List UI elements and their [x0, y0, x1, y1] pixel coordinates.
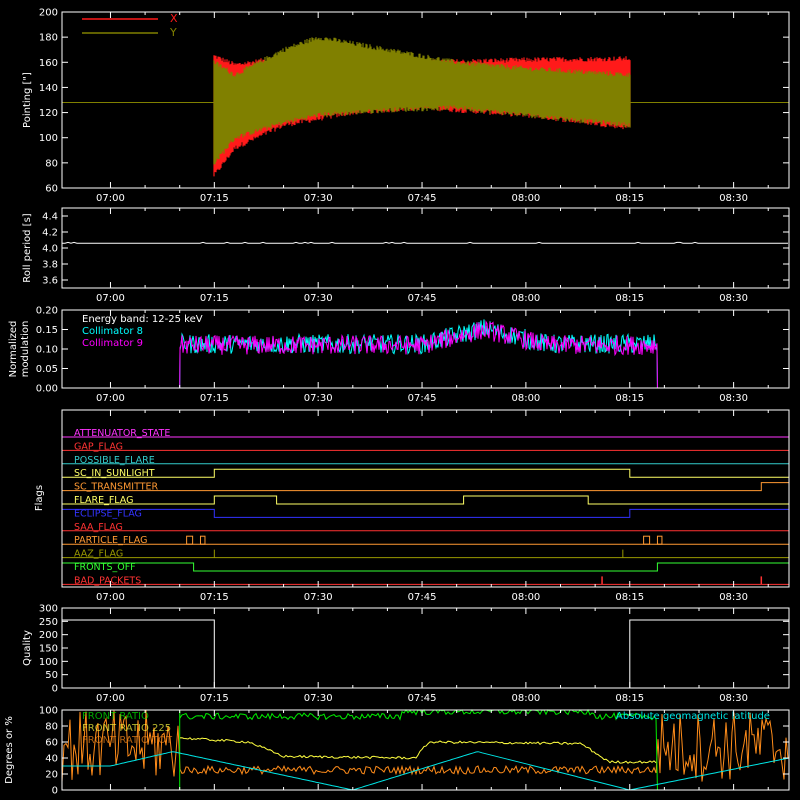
rates-ytick-label: 20 [45, 770, 58, 781]
flags-xtick-label: 08:30 [719, 592, 748, 603]
pointing-ytick-label: 120 [39, 108, 58, 119]
flags-xtick-label: 07:00 [96, 592, 125, 603]
quality-ytick-label: 100 [39, 657, 58, 668]
quality-ytick-label: 0 [52, 684, 58, 695]
quality-ytick-label: 300 [39, 604, 58, 615]
rates-ytick-label: 100 [39, 706, 58, 717]
legend-x-label: X [170, 12, 178, 25]
quality-xtick-label: 08:15 [615, 693, 644, 704]
modulation-xtick-label: 07:15 [200, 393, 229, 404]
roll-ytick-label: 3.6 [42, 276, 58, 287]
quality-ytick-label: 150 [39, 644, 58, 655]
quality-xtick-label: 08:30 [719, 693, 748, 704]
modulation-xtick-label: 08:00 [511, 393, 540, 404]
pointing-xtick-label: 08:00 [511, 193, 540, 204]
roll-xtick-label: 08:30 [719, 293, 748, 304]
modulation-ytick-label: 0.00 [36, 384, 58, 395]
rates-ytick-label: 60 [45, 738, 58, 749]
modulation-xtick-label: 07:30 [304, 393, 333, 404]
flags-xtick-label: 07:30 [304, 592, 333, 603]
rates-ytick-label: 40 [45, 754, 58, 765]
quality-xtick-label: 07:30 [304, 693, 333, 704]
rates-legend-front-ratio-tot: FRONT RATIO TOT [82, 735, 173, 746]
modulation-ytick-label: 0.15 [36, 325, 58, 336]
legend-collimator-9: Collimator 9 [82, 338, 143, 349]
quality-xtick-label: 07:45 [408, 693, 437, 704]
pointing-xtick-label: 08:15 [615, 193, 644, 204]
roll-ytick-label: 3.8 [42, 260, 58, 271]
flags-xtick-label: 08:15 [615, 592, 644, 603]
pointing-ytick-label: 200 [39, 8, 58, 19]
pointing-ytick-label: 140 [39, 83, 58, 94]
modulation-ylabel-line1: Normalized [8, 321, 19, 378]
flags-xtick-label: 07:45 [408, 592, 437, 603]
quality-ytick-label: 50 [45, 670, 58, 681]
modulation-xtick-label: 07:00 [96, 393, 125, 404]
quality-ytick-label: 200 [39, 630, 58, 641]
legend-collimator-8: Collimator 8 [82, 326, 143, 337]
rates-legend-front-ratio-225: FRONT RATIO 225 [82, 723, 171, 734]
modulation-ylabel-line2: modulation [20, 321, 31, 378]
pointing-ylabel: Pointing ["] [22, 72, 33, 128]
pointing-ytick-label: 100 [39, 133, 58, 144]
roll-ytick-label: 4.0 [42, 244, 58, 255]
rates-ytick-label: 0 [52, 786, 58, 797]
pointing-xtick-label: 08:30 [719, 193, 748, 204]
roll-ylabel: Roll period [s] [22, 213, 33, 282]
pointing-xtick-label: 07:30 [304, 193, 333, 204]
roll-xtick-label: 08:00 [511, 293, 540, 304]
rates-ytick-label: 80 [45, 722, 58, 733]
quality-ytick-label: 250 [39, 617, 58, 628]
pointing-xtick-label: 07:00 [96, 193, 125, 204]
modulation-xtick-label: 08:15 [615, 393, 644, 404]
roll-xtick-label: 08:15 [615, 293, 644, 304]
legend-y-label: Y [169, 26, 177, 39]
quality-ylabel: Quality [22, 630, 33, 666]
pointing-ytick-label: 160 [39, 58, 58, 69]
flags-ylabel: Flags [34, 485, 45, 511]
modulation-ytick-label: 0.05 [36, 364, 58, 375]
flag-label-fronts-off: FRONTS_OFF [74, 562, 136, 573]
roll-xtick-label: 07:15 [200, 293, 229, 304]
pointing-ytick-label: 180 [39, 33, 58, 44]
quality-xtick-label: 07:15 [200, 693, 229, 704]
modulation-xtick-label: 07:45 [408, 393, 437, 404]
rhessi-summary-figure: 6080100120140160180200 Pointing ["] X Y … [0, 0, 800, 800]
roll-xtick-label: 07:00 [96, 293, 125, 304]
rates-legend-right: Absolute geomagnetic latitude [616, 711, 770, 722]
rates-legend-front-ratio: FRONT RATIO [82, 711, 149, 722]
energy-band-annotation: Energy band: 12-25 keV [82, 314, 203, 325]
roll-xtick-label: 07:30 [304, 293, 333, 304]
pointing-ytick-label: 60 [45, 184, 58, 195]
pointing-xtick-label: 07:45 [408, 193, 437, 204]
flags-xtick-label: 07:15 [200, 592, 229, 603]
modulation-xtick-label: 08:30 [719, 393, 748, 404]
roll-ytick-label: 4.2 [42, 228, 58, 239]
modulation-ytick-label: 0.20 [36, 306, 58, 317]
roll-ytick-label: 4.4 [42, 212, 58, 223]
quality-xtick-label: 08:00 [511, 693, 540, 704]
quality-xtick-label: 07:00 [96, 693, 125, 704]
pointing-xtick-label: 07:15 [200, 193, 229, 204]
roll-xtick-label: 07:45 [408, 293, 437, 304]
modulation-ytick-label: 0.10 [36, 345, 58, 356]
flags-xtick-label: 08:00 [511, 592, 540, 603]
rates-ylabel: Degrees or % [4, 716, 15, 784]
pointing-ytick-label: 80 [45, 158, 58, 169]
flag-label-eclipse-flag: ECLIPSE_FLAG [74, 508, 142, 519]
